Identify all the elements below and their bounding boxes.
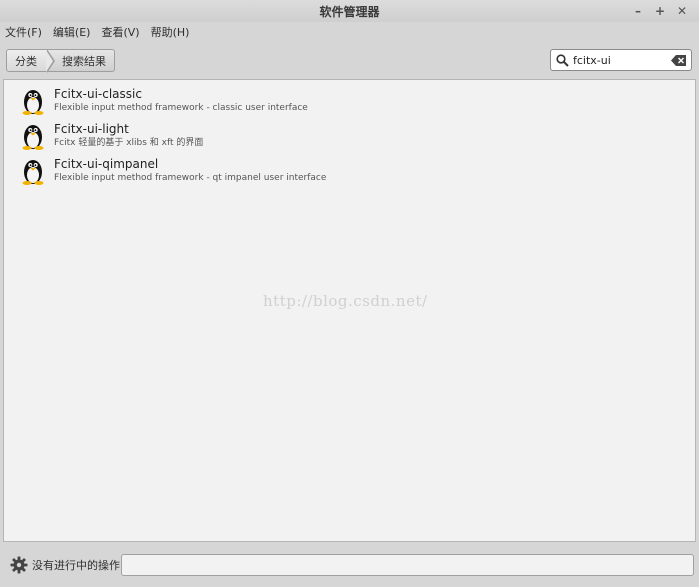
title-bar: 软件管理器 – + ✕: [0, 0, 699, 22]
package-description: Fcitx 轻量的基于 xlibs 和 xft 的界面: [54, 138, 204, 148]
menu-edit[interactable]: 编辑(E): [53, 24, 97, 40]
package-name: Fcitx-ui-qimpanel: [54, 157, 159, 171]
menu-help[interactable]: 帮助(H): [151, 24, 196, 40]
breadcrumb-categories[interactable]: 分类: [6, 49, 48, 72]
package-name: Fcitx-ui-classic: [54, 87, 142, 101]
tux-penguin-icon: [18, 121, 48, 151]
window-controls: – + ✕: [627, 2, 693, 20]
toolbar: 分类 搜索结果: [0, 42, 699, 78]
minimize-button[interactable]: –: [627, 2, 649, 20]
package-description: Flexible input method framework - qt imp…: [54, 173, 327, 183]
clear-search-icon[interactable]: [671, 53, 687, 67]
package-name: Fcitx-ui-light: [54, 122, 129, 136]
tux-penguin-icon: [18, 156, 48, 186]
menu-bar: 文件(F) 编辑(E) 查看(V) 帮助(H): [0, 22, 699, 42]
menu-view[interactable]: 查看(V): [101, 24, 145, 40]
maximize-button[interactable]: +: [649, 2, 671, 20]
window-title: 软件管理器: [319, 4, 380, 19]
watermark: http://blog.csdn.net/: [263, 292, 428, 310]
breadcrumb: 分类 搜索结果: [6, 49, 115, 73]
package-description: Flexible input method framework - classi…: [54, 103, 308, 113]
list-item[interactable]: Fcitx-ui-classic Flexible input method f…: [4, 83, 695, 118]
tux-penguin-icon: [18, 86, 48, 116]
status-text: 没有进行中的操作: [32, 559, 120, 572]
close-button[interactable]: ✕: [671, 2, 693, 20]
list-item[interactable]: Fcitx-ui-qimpanel Flexible input method …: [4, 153, 695, 188]
gear-icon: [10, 556, 28, 574]
progress-bar: [121, 554, 694, 576]
breadcrumb-search-results[interactable]: 搜索结果: [46, 49, 115, 73]
status-bar: 没有进行中的操作: [0, 549, 699, 581]
search-box: [550, 49, 692, 71]
list-item[interactable]: Fcitx-ui-light Fcitx 轻量的基于 xlibs 和 xft 的…: [4, 118, 695, 153]
results-list: Fcitx-ui-classic Flexible input method f…: [3, 79, 696, 542]
search-icon: [555, 53, 569, 67]
search-input[interactable]: [573, 51, 669, 69]
menu-file[interactable]: 文件(F): [5, 24, 48, 40]
